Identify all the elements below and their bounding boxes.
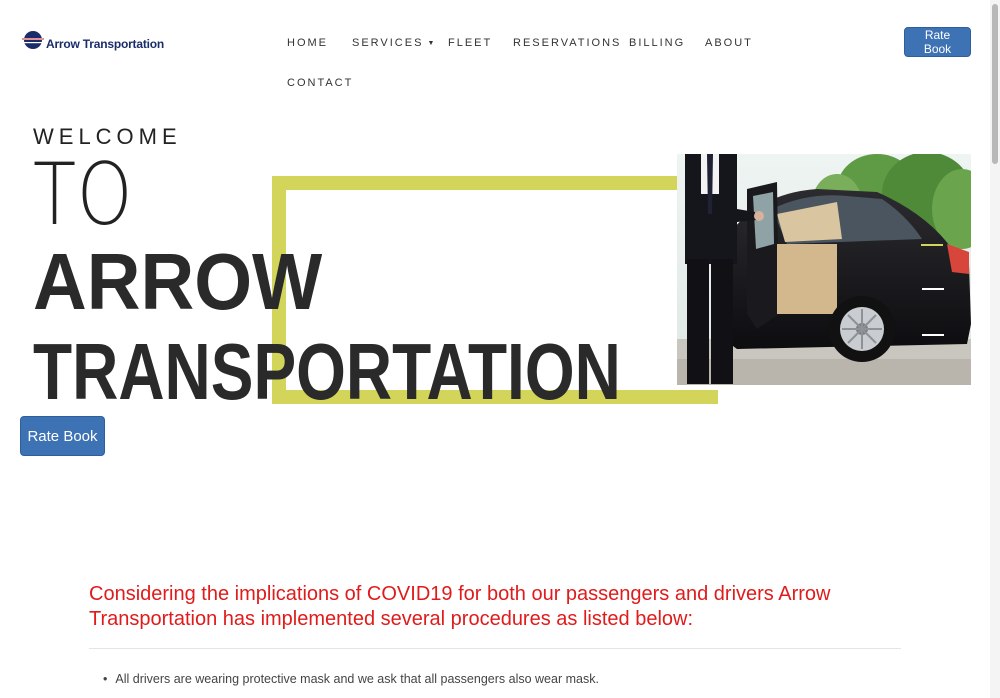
rate-book-header-button[interactable]: Rate Book (904, 27, 971, 57)
rate-book-button[interactable]: Rate Book (20, 416, 105, 456)
nav-item-billing-label: BILLING (629, 37, 686, 49)
hero-title-line2: TRANSPORTATION (33, 327, 621, 416)
brand-name[interactable]: Arrow Transportation (46, 37, 164, 51)
nav-item-about-label: ABOUT (705, 37, 753, 49)
covid-list-item: All drivers are wearing protective mask … (103, 672, 599, 686)
hero-car-image (677, 154, 971, 385)
nav-item-billing[interactable]: BILLING (629, 37, 685, 49)
nav-item-reservations-label: RESERVATIONS (513, 37, 622, 49)
caret-down-icon: ▼ (427, 40, 437, 47)
covid-notice-heading: Considering the implications of COVID19 … (89, 583, 831, 630)
nav-item-services[interactable]: SERVICES ▼ (352, 37, 436, 49)
arrow-logo-icon (20, 31, 46, 49)
nav-item-reservations[interactable]: RESERVATIONS (513, 37, 621, 49)
hero-to: TO (33, 145, 134, 245)
nav-item-services-label: SERVICES (352, 37, 424, 49)
nav-item-fleet-label: FLEET (448, 37, 493, 49)
hero-title-line1: ARROW (33, 237, 323, 326)
nav-item-fleet[interactable]: FLEET (448, 37, 492, 49)
nav-item-contact-label: CONTACT (287, 77, 354, 89)
nav-item-about[interactable]: ABOUT (705, 37, 753, 49)
nav-item-home-label: HOME (287, 37, 328, 49)
nav-item-home[interactable]: HOME (287, 37, 328, 49)
section-divider (89, 648, 901, 649)
nav-item-contact[interactable]: CONTACT (287, 77, 353, 89)
page-scrollbar-thumb[interactable] (992, 4, 998, 164)
